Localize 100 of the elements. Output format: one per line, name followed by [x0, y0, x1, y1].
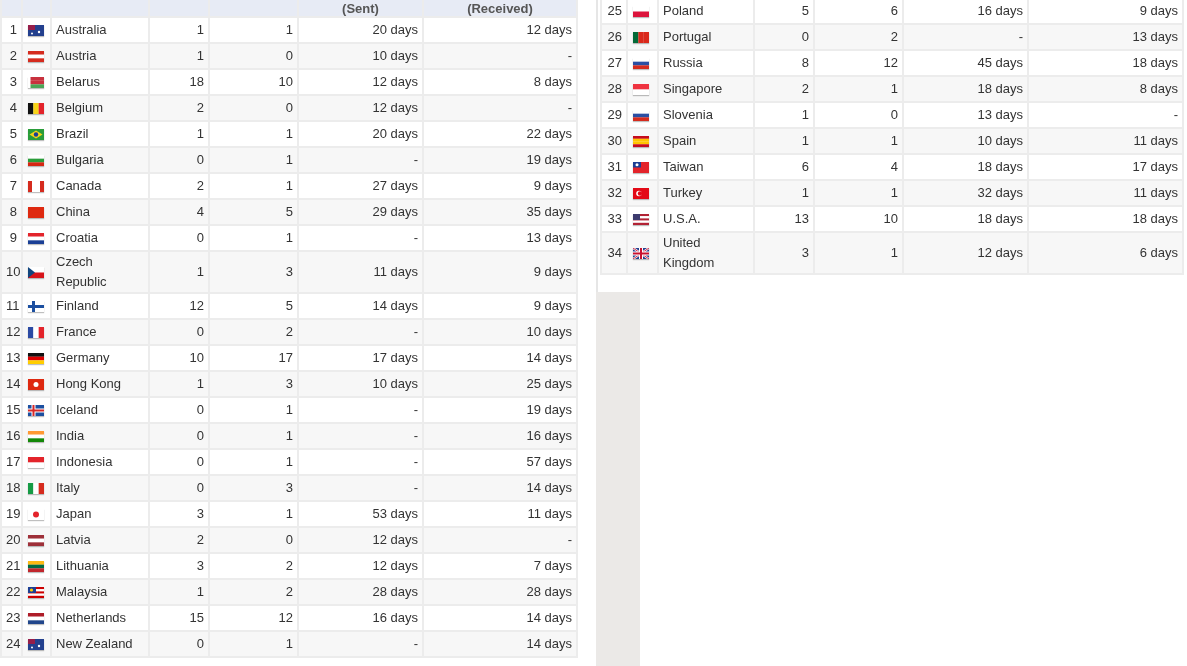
country-cell: Taiwan — [659, 155, 753, 179]
flag-icon — [633, 247, 649, 259]
row-number: 12 — [2, 320, 21, 344]
table-cell: 1 — [210, 122, 297, 146]
row-number: 32 — [602, 181, 626, 205]
flag-icon — [28, 456, 44, 468]
flag-icon — [28, 638, 44, 650]
table-cell: - — [299, 320, 422, 344]
country-cell: Czech Republic — [52, 252, 148, 292]
country-cell: Singapore — [659, 77, 753, 101]
table-cell: 14 days — [424, 476, 576, 500]
table-cell: 17 — [210, 346, 297, 370]
table-cell: 9 days — [1029, 0, 1182, 23]
row-number: 25 — [602, 0, 626, 23]
flag-icon — [28, 378, 44, 390]
table-cell: 18 days — [904, 77, 1027, 101]
table-cell: 0 — [150, 632, 208, 656]
table-cell: 27 days — [299, 174, 422, 198]
table-cell: 1 — [210, 632, 297, 656]
row-number: 11 — [2, 294, 21, 318]
table-cell: 0 — [210, 44, 297, 68]
flag-icon — [28, 128, 44, 140]
table-cell: 1 — [210, 148, 297, 172]
flag-icon — [28, 560, 44, 572]
table-cell: 2 — [815, 25, 902, 49]
country-cell: France — [52, 320, 148, 344]
table-cell: 7 days — [424, 554, 576, 578]
table-cell: 12 days — [904, 233, 1027, 273]
table-cell: 0 — [150, 320, 208, 344]
flag-icon — [28, 430, 44, 442]
table-cell: 1 — [210, 424, 297, 448]
table-cell: 2 — [150, 96, 208, 120]
country-cell: Finland — [52, 294, 148, 318]
table-cell: - — [299, 148, 422, 172]
table-cell: 1 — [150, 18, 208, 42]
table-cell: 11 days — [299, 252, 422, 292]
table-cell: - — [424, 44, 576, 68]
table-cell: 29 days — [299, 200, 422, 224]
row-number: 15 — [2, 398, 21, 422]
country-cell: U.S.A. — [659, 207, 753, 231]
row-number: 6 — [2, 148, 21, 172]
table-cell: 12 — [210, 606, 297, 630]
flag-icon — [28, 102, 44, 114]
flag-icon — [28, 352, 44, 364]
table-cell: 17 days — [299, 346, 422, 370]
row-number: 31 — [602, 155, 626, 179]
country-cell: Japan — [52, 502, 148, 526]
flag-icon — [28, 482, 44, 494]
table-cell: 20 days — [299, 18, 422, 42]
table-cell: 13 days — [424, 226, 576, 250]
table-cell: 1 — [210, 174, 297, 198]
row-number: 4 — [2, 96, 21, 120]
table-cell: 3 — [210, 252, 297, 292]
table-cell: - — [299, 476, 422, 500]
column-header: (Received) — [424, 0, 576, 16]
table-cell: 13 days — [1029, 25, 1182, 49]
table-cell: 32 days — [904, 181, 1027, 205]
table-cell: 1 — [815, 77, 902, 101]
country-cell: China — [52, 200, 148, 224]
table-cell: 5 — [210, 294, 297, 318]
country-cell: Netherlands — [52, 606, 148, 630]
table-cell: 0 — [150, 450, 208, 474]
row-number: 24 — [2, 632, 21, 656]
flag-icon — [28, 154, 44, 166]
flag-icon — [28, 612, 44, 624]
flag-icon — [28, 232, 44, 244]
row-number: 18 — [2, 476, 21, 500]
country-cell: Slovenia — [659, 103, 753, 127]
flag-icon — [28, 404, 44, 416]
country-cell: Australia — [52, 18, 148, 42]
table-cell: 53 days — [299, 502, 422, 526]
table-cell: 10 days — [299, 372, 422, 396]
table-cell: 2 — [210, 320, 297, 344]
table-cell: 16 days — [904, 0, 1027, 23]
table-cell: 8 days — [424, 70, 576, 94]
row-number: 5 — [2, 122, 21, 146]
row-number: 10 — [2, 252, 21, 292]
country-cell: Brazil — [52, 122, 148, 146]
table-cell: 1 — [150, 44, 208, 68]
flag-icon — [28, 266, 44, 278]
table-cell: 45 days — [904, 51, 1027, 75]
flag-icon — [28, 586, 44, 598]
country-cell: Latvia — [52, 528, 148, 552]
table-cell: 20 days — [299, 122, 422, 146]
table-cell: 0 — [210, 528, 297, 552]
row-number: 20 — [2, 528, 21, 552]
table-cell: 4 — [815, 155, 902, 179]
table-cell: - — [299, 226, 422, 250]
table-cell: 10 days — [904, 129, 1027, 153]
table-cell: 0 — [815, 103, 902, 127]
row-number: 17 — [2, 450, 21, 474]
table-cell: 3 — [150, 554, 208, 578]
table-cell: 11 days — [424, 502, 576, 526]
table-cell: 2 — [150, 528, 208, 552]
table-cell: 10 — [210, 70, 297, 94]
flag-icon — [28, 50, 44, 62]
country-cell: Indonesia — [52, 450, 148, 474]
table-cell: 10 days — [299, 44, 422, 68]
row-number: 21 — [2, 554, 21, 578]
flag-icon — [633, 57, 649, 69]
